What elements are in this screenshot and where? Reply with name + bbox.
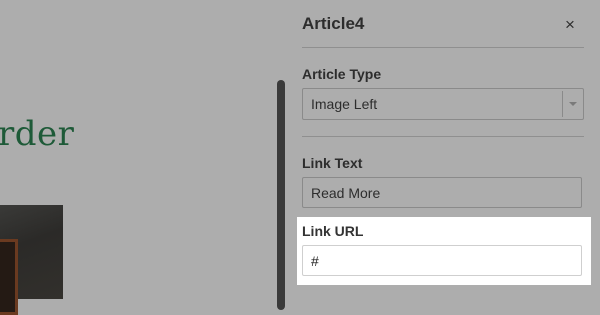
link-url-field-group: Link URL # xyxy=(297,217,591,285)
divider xyxy=(302,136,584,137)
article-image xyxy=(0,205,63,315)
page-background: rder xyxy=(0,0,286,315)
link-text-input[interactable]: Read More xyxy=(302,177,582,208)
article-type-label: Article Type xyxy=(302,66,382,82)
image-frame xyxy=(0,239,18,315)
close-icon[interactable]: × xyxy=(561,14,579,36)
panel-title: Article4 xyxy=(302,14,365,33)
link-url-value: # xyxy=(311,253,319,269)
article-type-select[interactable]: Image Left xyxy=(302,88,584,120)
link-url-input[interactable]: # xyxy=(302,245,582,276)
article-type-value: Image Left xyxy=(311,96,378,112)
link-url-label: Link URL xyxy=(302,223,364,239)
chevron-down-icon[interactable] xyxy=(569,102,577,106)
page-heading: rder xyxy=(0,114,75,154)
link-text-label: Link Text xyxy=(302,155,363,171)
divider xyxy=(302,47,584,48)
page-scrollbar-thumb[interactable] xyxy=(277,80,285,310)
link-text-value: Read More xyxy=(311,185,381,201)
select-separator xyxy=(562,91,563,117)
